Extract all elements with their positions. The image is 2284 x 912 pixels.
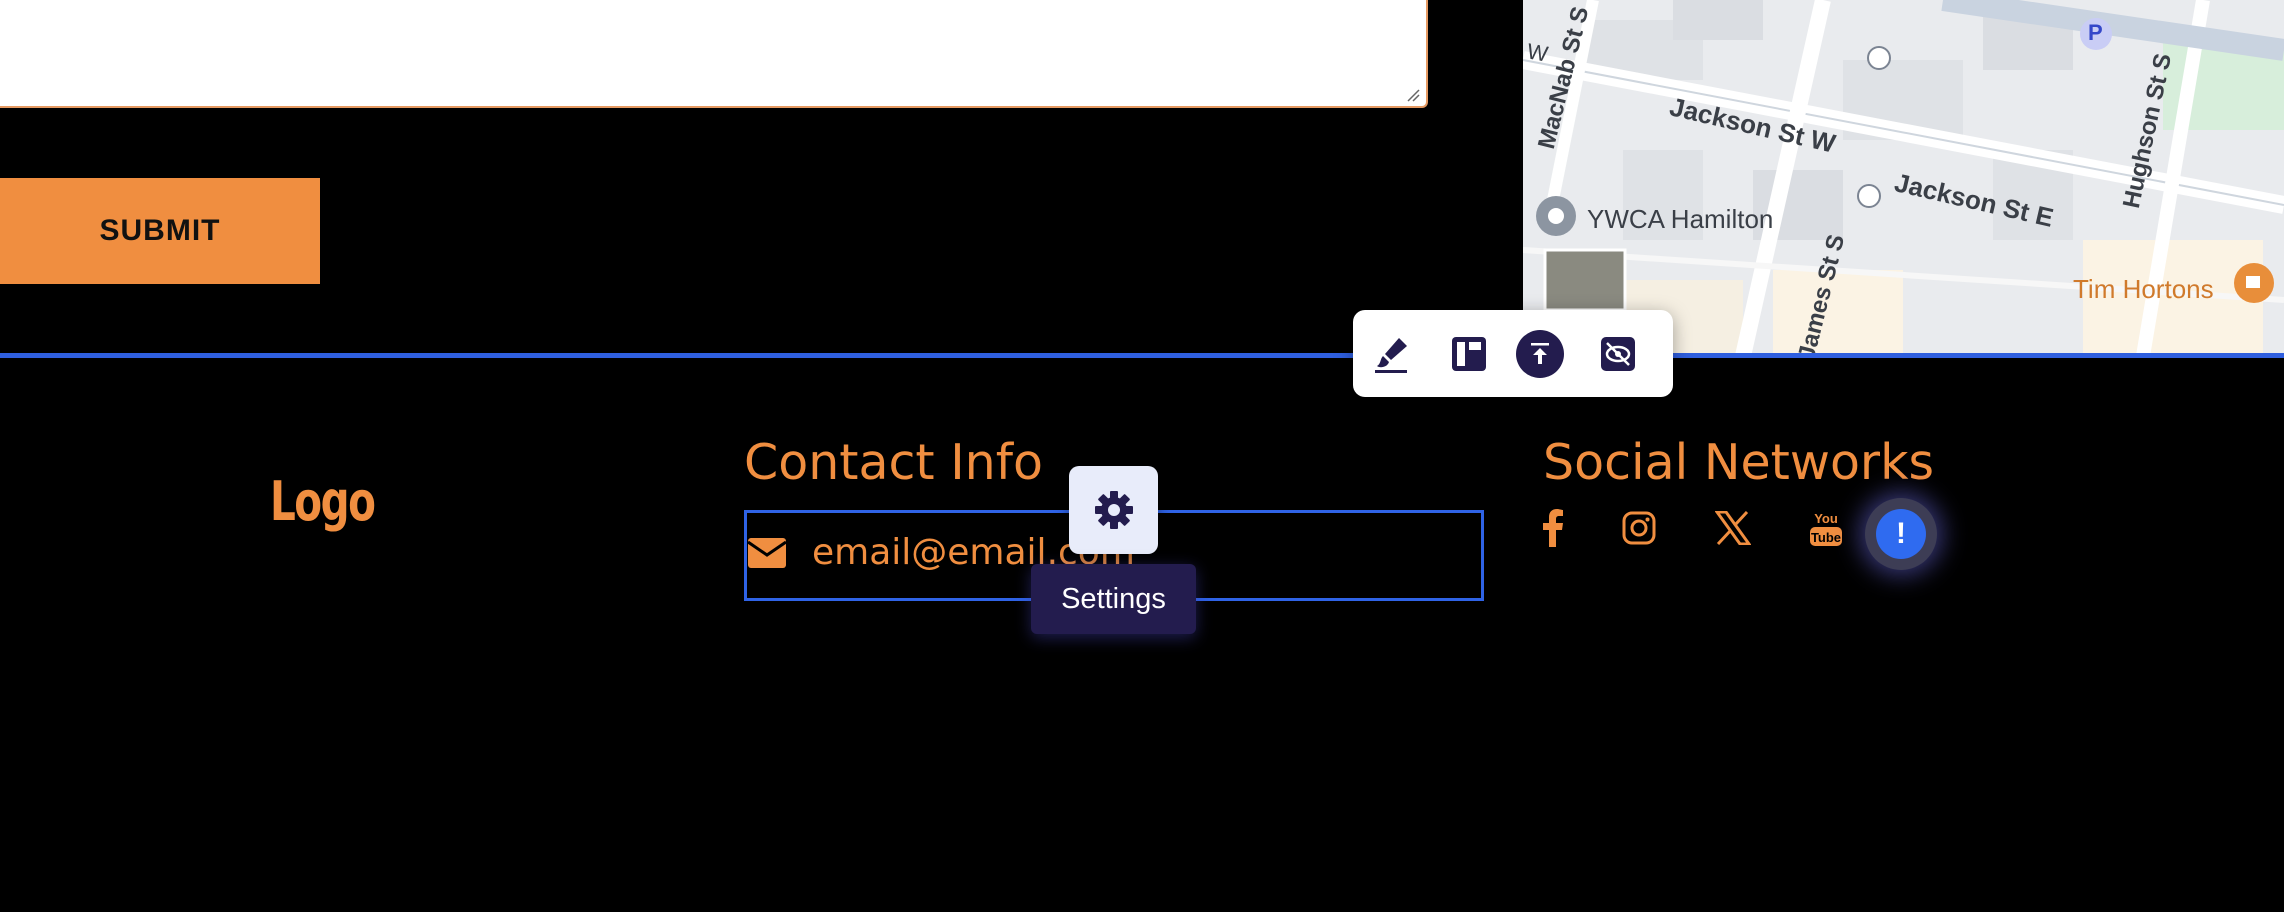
alert-icon: ! (1876, 509, 1926, 559)
contact-heading: Contact Info (744, 434, 1043, 491)
parking-icon: P (2088, 20, 2103, 45)
settings-button[interactable] (1069, 466, 1158, 554)
envelope-icon (747, 538, 787, 573)
alert-badge[interactable]: ! (1865, 498, 1937, 570)
submit-button[interactable]: SUBMIT (0, 178, 320, 284)
map-embed[interactable]: W MacNab St S Jackson St W Jackson St E … (1523, 0, 2284, 356)
move-to-top-icon[interactable] (1516, 330, 1564, 378)
brush-icon[interactable] (1367, 330, 1415, 378)
place-label[interactable]: YWCA Hamilton (1587, 204, 1773, 235)
settings-tooltip: Settings (1031, 564, 1196, 634)
section-editor-toolbar (1353, 310, 1673, 397)
map-edge-label: W (1525, 38, 1550, 67)
footer-logo[interactable]: Logo (270, 470, 376, 533)
svg-text:Tube: Tube (1811, 530, 1841, 545)
place-label[interactable]: Tim Hortons (2073, 274, 2214, 305)
facebook-icon[interactable] (1531, 505, 1575, 551)
hide-icon[interactable] (1594, 330, 1642, 378)
instagram-icon[interactable] (1617, 505, 1661, 551)
message-textarea[interactable] (0, 0, 1428, 108)
x-icon[interactable] (1711, 505, 1755, 551)
youtube-icon[interactable]: You Tube (1804, 505, 1848, 551)
resize-handle-icon[interactable] (1406, 88, 1420, 102)
svg-text:You: You (1814, 511, 1838, 526)
layout-icon[interactable] (1445, 330, 1493, 378)
social-heading: Social Networks (1543, 434, 1934, 491)
section-selection-outline (0, 353, 2284, 358)
gear-icon (1094, 491, 1133, 529)
